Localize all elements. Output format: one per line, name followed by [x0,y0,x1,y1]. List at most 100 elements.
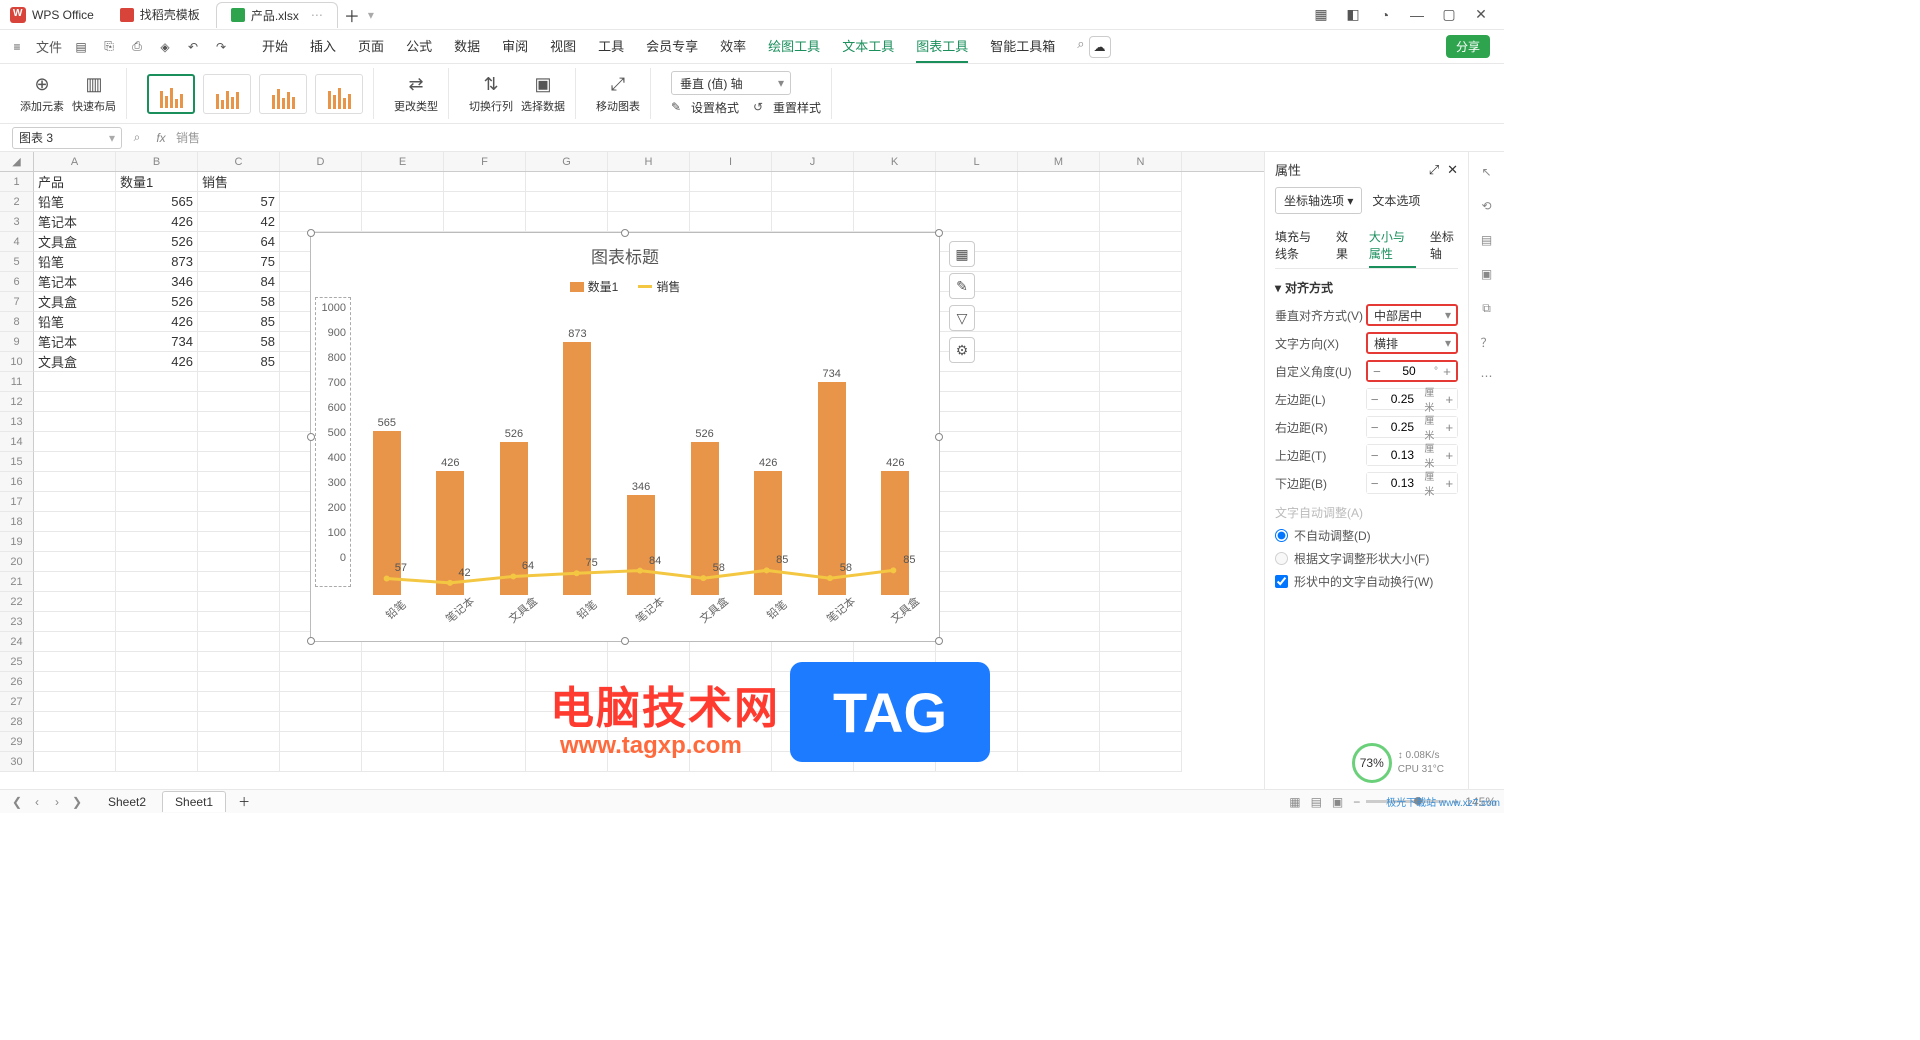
cell[interactable] [1100,412,1182,432]
cell[interactable] [34,632,116,652]
tab-view[interactable]: 视图 [550,30,576,63]
cell[interactable] [1018,212,1100,232]
cell[interactable]: 84 [198,272,280,292]
cell[interactable] [1018,652,1100,672]
search-icon[interactable]: ⌕ [1077,30,1084,63]
cell[interactable] [116,432,198,452]
row-header[interactable]: 23 [0,612,34,632]
angle-spinner[interactable]: − ° + [1366,360,1458,382]
cell[interactable] [936,512,1018,532]
cell[interactable] [198,512,280,532]
row-header[interactable]: 25 [0,652,34,672]
preview-icon[interactable]: ◈ [156,38,174,56]
row-header[interactable]: 21 [0,572,34,592]
row-header[interactable]: 12 [0,392,34,412]
row-header[interactable]: 20 [0,552,34,572]
cell[interactable] [280,172,362,192]
cell[interactable] [362,212,444,232]
cell[interactable] [1100,652,1182,672]
cell[interactable] [116,392,198,412]
col-header[interactable]: E [362,152,444,171]
minimize-button[interactable]: ― [1408,6,1426,24]
cell[interactable] [362,192,444,212]
cell[interactable]: 57 [198,192,280,212]
cell[interactable]: 58 [198,292,280,312]
tab-add-button[interactable]: ＋ [340,3,364,27]
select-all-corner[interactable]: ◢ [0,152,34,171]
cell[interactable] [936,372,1018,392]
cell[interactable]: 426 [116,312,198,332]
cell[interactable] [936,532,1018,552]
cell[interactable] [608,192,690,212]
link-icon[interactable]: ⧉ [1477,298,1497,318]
cell[interactable] [198,392,280,412]
sheet-last-icon[interactable]: ❯ [68,795,86,809]
resize-handle[interactable] [307,433,315,441]
cell[interactable]: 笔记本 [34,212,116,232]
cell[interactable]: 笔记本 [34,272,116,292]
cell[interactable]: 文具盒 [34,232,116,252]
valign-select[interactable]: 中部居中 [1366,304,1458,326]
cell[interactable] [34,732,116,752]
cell[interactable] [444,212,526,232]
row-header[interactable]: 5 [0,252,34,272]
maximize-button[interactable]: ▢ [1440,6,1458,24]
cell[interactable] [1100,372,1182,392]
zoom-out-icon[interactable]: − [1353,795,1360,809]
cell[interactable] [444,192,526,212]
cell[interactable] [526,652,608,672]
cell[interactable] [936,472,1018,492]
cell[interactable] [1100,692,1182,712]
chart-styles-button[interactable]: ✎ [949,273,975,299]
cell[interactable]: 文具盒 [34,292,116,312]
cell[interactable] [280,712,362,732]
y-axis[interactable]: 10009008007006005004003002001000 [315,297,351,587]
cube-icon[interactable]: ◧ [1344,6,1362,24]
cell[interactable] [198,692,280,712]
cell[interactable] [34,392,116,412]
cell[interactable] [1100,352,1182,372]
cell[interactable] [1018,592,1100,612]
cell[interactable] [936,432,1018,452]
cell[interactable] [1018,412,1100,432]
cell[interactable] [1100,572,1182,592]
row-header[interactable]: 17 [0,492,34,512]
subtab-effect[interactable]: 效果 [1336,224,1355,268]
cell[interactable]: 铅笔 [34,192,116,212]
row-header[interactable]: 19 [0,532,34,552]
cell[interactable] [772,172,854,192]
row-header[interactable]: 8 [0,312,34,332]
row-header[interactable]: 16 [0,472,34,492]
row-header[interactable]: 1 [0,172,34,192]
cell[interactable] [34,692,116,712]
cell[interactable] [1018,472,1100,492]
tab-chart-tools[interactable]: 图表工具 [916,30,968,63]
cell[interactable] [280,192,362,212]
cell[interactable] [1018,532,1100,552]
cell[interactable] [526,212,608,232]
cell[interactable] [34,432,116,452]
embedded-chart[interactable]: ▦ ✎ ▽ ⚙ 图表标题 数量1 销售 10009008007006005004… [310,232,940,642]
cell[interactable] [116,492,198,512]
col-header[interactable]: L [936,152,1018,171]
cell[interactable] [608,652,690,672]
cell[interactable]: 565 [116,192,198,212]
cell[interactable] [444,752,526,772]
cell[interactable] [280,692,362,712]
cell[interactable] [1018,192,1100,212]
cell[interactable] [198,532,280,552]
cell[interactable] [1100,172,1182,192]
row-header[interactable]: 13 [0,412,34,432]
cell[interactable] [198,452,280,472]
cell[interactable] [1100,332,1182,352]
spinner-plus[interactable]: + [1438,362,1456,380]
tab-page[interactable]: 页面 [358,30,384,63]
cell[interactable]: 文具盒 [34,352,116,372]
row-header[interactable]: 11 [0,372,34,392]
cell[interactable] [1018,172,1100,192]
resize-handle[interactable] [935,433,943,441]
tab-text-tools[interactable]: 文本工具 [842,30,894,63]
col-header[interactable]: H [608,152,690,171]
name-box[interactable]: 图表 3▾ [12,127,122,149]
col-header[interactable]: A [34,152,116,171]
